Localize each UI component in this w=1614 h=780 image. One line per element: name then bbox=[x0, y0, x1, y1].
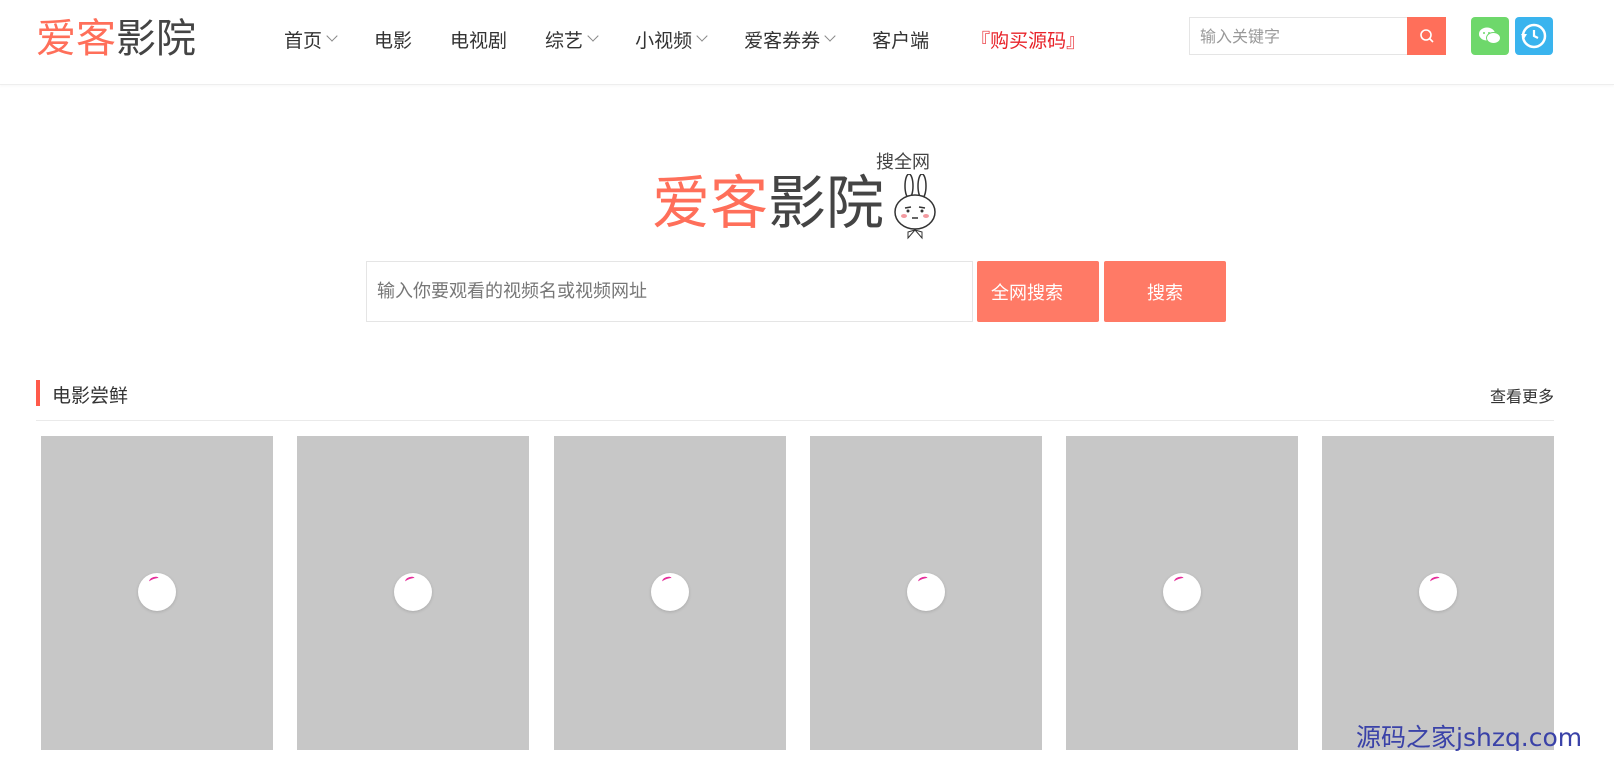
header-search bbox=[1189, 17, 1447, 55]
logo-text-part1: 爱客 bbox=[36, 16, 116, 62]
nav-label: 电视剧 bbox=[450, 29, 508, 52]
nav-item-variety[interactable]: 综艺 bbox=[545, 26, 599, 53]
loading-spinner-icon bbox=[1419, 573, 1457, 611]
nav-item-coupons[interactable]: 爱客券券 bbox=[744, 26, 836, 53]
nav-item-home[interactable]: 首页 bbox=[284, 26, 338, 53]
nav-label: 小视频 bbox=[635, 29, 693, 52]
movie-card[interactable] bbox=[554, 436, 786, 750]
history-icon bbox=[1521, 23, 1547, 49]
search-button[interactable]: 搜索 bbox=[1104, 261, 1226, 322]
main-nav: 首页 电影 电视剧 综艺 小视频 爱客券券 客户端 『购买源码』 bbox=[284, 22, 1123, 56]
chevron-down-icon bbox=[587, 30, 599, 42]
nav-item-client[interactable]: 客户端 bbox=[872, 26, 929, 53]
history-button[interactable] bbox=[1515, 17, 1553, 55]
nav-item-short-video[interactable]: 小视频 bbox=[635, 26, 708, 53]
hero-logo: 搜全网 爱客影院 bbox=[652, 148, 942, 240]
movie-card[interactable] bbox=[297, 436, 529, 750]
loading-spinner-icon bbox=[651, 573, 689, 611]
logo-text-part2: 影院 bbox=[116, 16, 196, 62]
nav-label: 『购买源码』 bbox=[971, 29, 1086, 52]
nav-item-tv[interactable]: 电视剧 bbox=[450, 26, 507, 53]
hero-logo-badge: 搜全网 bbox=[876, 152, 930, 173]
nav-label: 爱客券券 bbox=[744, 29, 821, 52]
chevron-down-icon bbox=[824, 30, 836, 42]
search-all-button[interactable]: 全网搜索 bbox=[977, 261, 1099, 322]
chevron-down-icon bbox=[326, 30, 338, 42]
movie-card[interactable] bbox=[1322, 436, 1554, 750]
rabbit-mascot-icon bbox=[894, 174, 936, 240]
nav-item-movies[interactable]: 电影 bbox=[374, 26, 412, 53]
view-more-link[interactable]: 查看更多 bbox=[1490, 383, 1554, 407]
nav-label: 综艺 bbox=[545, 29, 584, 52]
nav-label: 客户端 bbox=[872, 29, 930, 52]
search-icon bbox=[1419, 29, 1434, 43]
loading-spinner-icon bbox=[1163, 573, 1201, 611]
nav-label: 首页 bbox=[284, 29, 323, 52]
hero-logo-part1: 爱客 bbox=[652, 169, 769, 237]
movie-card[interactable] bbox=[1066, 436, 1298, 750]
site-logo[interactable]: 爱客影院 bbox=[36, 14, 196, 64]
section-accent-bar bbox=[36, 380, 40, 406]
chevron-down-icon bbox=[696, 30, 708, 42]
loading-spinner-icon bbox=[907, 573, 945, 611]
wechat-button[interactable] bbox=[1471, 17, 1509, 55]
main-search-input[interactable] bbox=[366, 261, 973, 322]
nav-label: 电影 bbox=[374, 29, 413, 52]
loading-spinner-icon bbox=[138, 573, 176, 611]
movie-card[interactable] bbox=[41, 436, 273, 750]
section-header: 电影尝鲜 查看更多 bbox=[36, 378, 1554, 421]
header-search-button[interactable] bbox=[1407, 17, 1446, 55]
movie-card[interactable] bbox=[810, 436, 1042, 750]
hero-logo-text: 爱客影院 bbox=[652, 168, 884, 238]
loading-spinner-icon bbox=[394, 573, 432, 611]
top-header: 爱客影院 首页 电影 电视剧 综艺 小视频 爱客券券 客户端 『购买源码』 bbox=[0, 0, 1614, 85]
section-title: 电影尝鲜 bbox=[52, 385, 129, 407]
nav-item-buy-source[interactable]: 『购买源码』 bbox=[971, 26, 1085, 53]
header-search-input[interactable] bbox=[1189, 17, 1407, 55]
wechat-icon bbox=[1479, 27, 1501, 44]
hero-logo-part2: 影院 bbox=[768, 169, 885, 237]
watermark: 源码之家jshzq.com bbox=[1356, 723, 1583, 752]
